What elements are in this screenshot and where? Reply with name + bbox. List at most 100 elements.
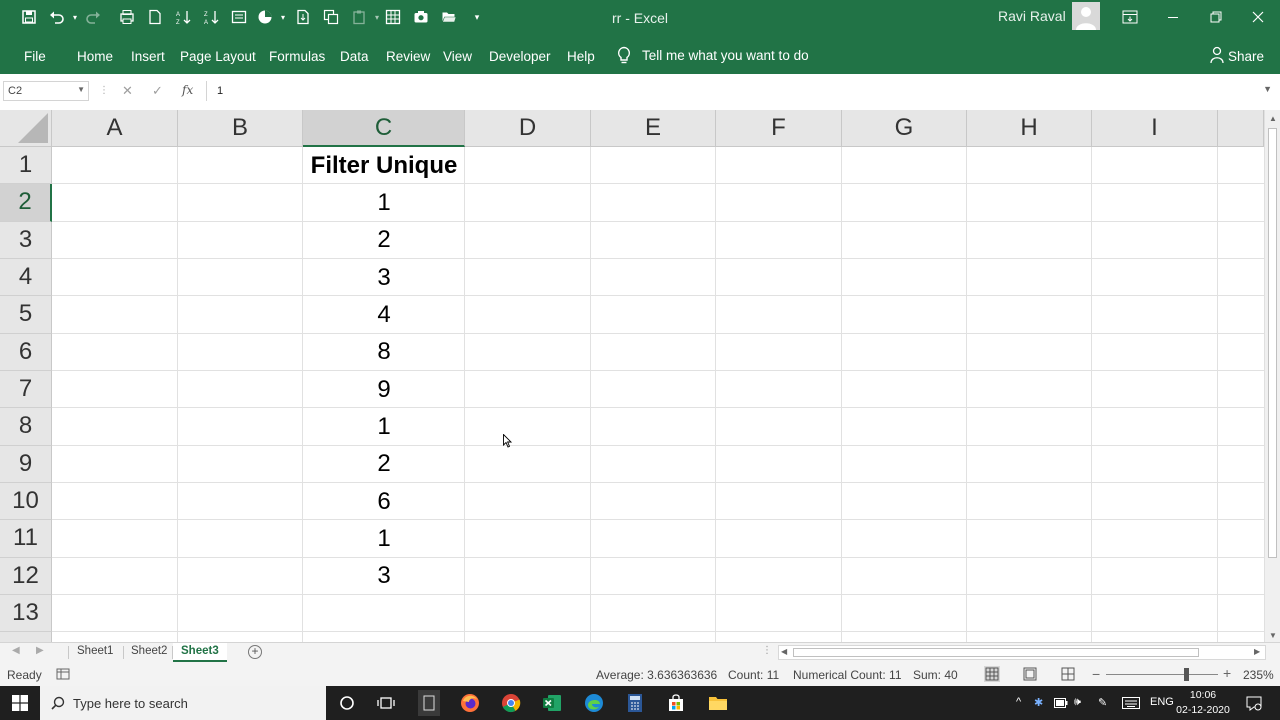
cell-c6[interactable]: 8: [303, 334, 465, 371]
excel-icon[interactable]: [542, 693, 562, 713]
cell-c7[interactable]: 9: [303, 371, 465, 408]
zoom-in-icon[interactable]: +: [1223, 665, 1231, 681]
zoom-out-icon[interactable]: −: [1092, 666, 1100, 682]
scroll-right-icon[interactable]: ▶: [1254, 647, 1260, 656]
row-header[interactable]: 3: [0, 221, 52, 259]
column-header-c[interactable]: C: [303, 110, 465, 147]
share-icon[interactable]: [1209, 46, 1225, 64]
column-header-b[interactable]: B: [178, 110, 303, 147]
tab-formulas[interactable]: Formulas: [269, 49, 325, 64]
customize-toolbar-icon[interactable]: ▾: [466, 6, 488, 28]
minimize-icon[interactable]: [1160, 6, 1186, 28]
column-header-f[interactable]: F: [716, 110, 842, 147]
zoom-level[interactable]: 235%: [1243, 668, 1274, 682]
zoom-slider[interactable]: [1106, 674, 1218, 675]
tab-view[interactable]: View: [443, 49, 472, 64]
column-header-e[interactable]: E: [591, 110, 716, 147]
windows-start-icon[interactable]: [0, 686, 40, 720]
cell-c5[interactable]: 4: [303, 296, 465, 333]
clock[interactable]: 10:06 02-12-2020: [1172, 688, 1234, 718]
form-icon[interactable]: [228, 6, 250, 28]
language-indicator[interactable]: ENG: [1150, 696, 1174, 708]
tab-developer[interactable]: Developer: [489, 49, 551, 64]
column-header-i[interactable]: I: [1092, 110, 1218, 147]
sort-descending-icon[interactable]: ZA: [200, 6, 222, 28]
worksheet-grid[interactable]: A B C D E F G H I 1 2 3 4 5 6 7 8 9 10 1…: [0, 110, 1264, 642]
cell-c2[interactable]: 1: [303, 184, 465, 221]
chevron-down-icon[interactable]: ▼: [77, 85, 85, 94]
insert-function-button[interactable]: fx: [182, 83, 193, 97]
cancel-entry-icon[interactable]: ✕: [122, 83, 133, 99]
row-header[interactable]: 10: [0, 483, 52, 521]
horizontal-scrollbar[interactable]: ◀ ▶: [778, 645, 1266, 660]
copy-icon[interactable]: [320, 6, 342, 28]
pen-icon[interactable]: ✎: [1098, 696, 1107, 709]
formula-input[interactable]: 1: [206, 81, 1276, 101]
row-header[interactable]: 5: [0, 296, 52, 334]
row-header[interactable]: 9: [0, 445, 52, 483]
table-icon[interactable]: [382, 6, 404, 28]
sort-ascending-icon[interactable]: AZ: [172, 6, 194, 28]
open-folder-icon[interactable]: [438, 6, 460, 28]
row-header[interactable]: 1: [0, 147, 52, 185]
row-header[interactable]: 4: [0, 259, 52, 297]
row-header[interactable]: 7: [0, 371, 52, 409]
notifications-icon[interactable]: [1246, 695, 1262, 711]
print-preview-icon[interactable]: [116, 6, 138, 28]
page-break-view-icon[interactable]: [1060, 666, 1076, 682]
row-header[interactable]: 11: [0, 520, 52, 558]
chart-dropdown-icon[interactable]: ▾: [272, 6, 294, 28]
scroll-down-icon[interactable]: ▼: [1269, 631, 1277, 640]
cell-c9[interactable]: 2: [303, 446, 465, 483]
cell-c12[interactable]: 3: [303, 558, 465, 595]
zoom-slider-thumb[interactable]: [1184, 668, 1189, 681]
cell-c4[interactable]: 3: [303, 259, 465, 296]
column-header-g[interactable]: G: [842, 110, 967, 147]
export-pdf-icon[interactable]: [292, 6, 314, 28]
tab-file[interactable]: File: [24, 49, 46, 64]
task-view-icon[interactable]: [376, 693, 396, 713]
volume-icon[interactable]: 🕪: [1074, 696, 1081, 709]
scroll-left-icon[interactable]: ◀: [781, 647, 787, 656]
network-tray-icon[interactable]: ✱: [1034, 696, 1043, 709]
avatar[interactable]: [1072, 2, 1100, 30]
add-sheet-button[interactable]: +: [248, 645, 262, 659]
cell-c10[interactable]: 6: [303, 483, 465, 520]
macro-record-icon[interactable]: [55, 666, 71, 682]
tab-review[interactable]: Review: [386, 49, 430, 64]
sheet-tab-sheet1[interactable]: Sheet1: [69, 643, 121, 662]
normal-view-icon[interactable]: [984, 666, 1000, 682]
close-icon[interactable]: [1245, 6, 1271, 28]
row-header[interactable]: 6: [0, 333, 52, 371]
restore-icon[interactable]: [1203, 6, 1229, 28]
cell-c3[interactable]: 2: [303, 222, 465, 259]
tab-data[interactable]: Data: [340, 49, 369, 64]
taskbar-search-box[interactable]: Type here to search: [40, 686, 326, 720]
new-file-icon[interactable]: [144, 6, 166, 28]
vertical-scrollbar[interactable]: ▲ ▼: [1264, 110, 1280, 642]
column-header-h[interactable]: H: [967, 110, 1092, 147]
share-button[interactable]: Share: [1228, 49, 1264, 64]
scroll-thumb[interactable]: [793, 648, 1199, 657]
column-header-a[interactable]: A: [52, 110, 178, 147]
tab-page-layout[interactable]: Page Layout: [180, 49, 256, 64]
keyboard-icon[interactable]: [1122, 697, 1140, 709]
row-header[interactable]: 12: [0, 557, 52, 595]
row-header[interactable]: 2: [0, 184, 52, 222]
show-hidden-icons-icon[interactable]: ^: [1016, 696, 1021, 708]
user-name[interactable]: Ravi Raval: [998, 8, 1066, 24]
ribbon-display-options-icon[interactable]: [1117, 6, 1143, 28]
column-header-j[interactable]: [1218, 110, 1264, 147]
name-box[interactable]: C2 ▼: [3, 81, 89, 101]
app-icon[interactable]: [418, 690, 440, 716]
file-explorer-icon[interactable]: [708, 693, 728, 713]
chrome-icon[interactable]: [501, 693, 521, 713]
firefox-icon[interactable]: [460, 693, 480, 713]
column-header-d[interactable]: D: [465, 110, 591, 147]
tab-help[interactable]: Help: [567, 49, 595, 64]
save-icon[interactable]: [18, 6, 40, 28]
row-header[interactable]: 13: [0, 595, 52, 633]
camera-icon[interactable]: [410, 6, 432, 28]
redo-icon[interactable]: [82, 6, 104, 28]
tab-insert[interactable]: Insert: [131, 49, 165, 64]
